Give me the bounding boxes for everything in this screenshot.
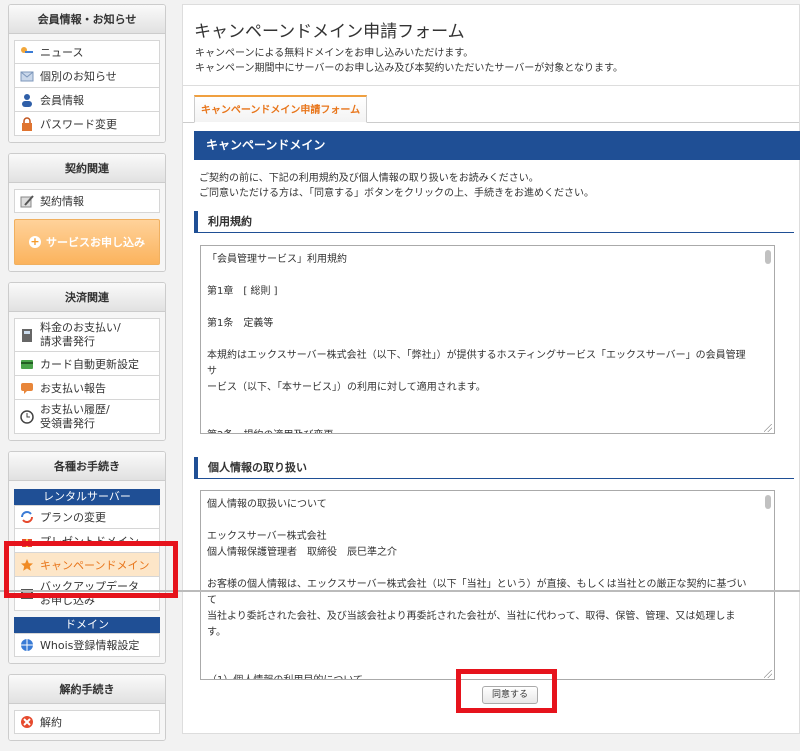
sidebar-item-payment-history[interactable]: お支払い履歴/受領書発行	[14, 400, 160, 434]
member-section: 会員情報・お知らせ ニュース 個別のお知らせ 会員情報 パスワード変更	[8, 4, 166, 143]
text-line: ービス（以下、「本サービス」）の利用に対して適用されます。	[207, 382, 486, 393]
key-news-icon	[20, 45, 34, 59]
text-line	[207, 396, 754, 412]
privacy-scrollbar[interactable]	[765, 495, 771, 509]
envelope-icon	[20, 69, 34, 83]
sidebar-item-news[interactable]: ニュース	[14, 40, 160, 64]
text-line: 「会員管理サービス」利用規約	[207, 254, 347, 265]
payment-section: 決済関連 料金のお支払い/請求書発行 カード自動更新設定 お支払い報告 お支払い…	[8, 282, 166, 441]
text-line	[207, 268, 754, 284]
member-section-title: 会員情報・お知らせ	[9, 5, 165, 34]
sidebar-item-member-info[interactable]: 会員情報	[14, 88, 160, 112]
text-line	[207, 561, 754, 577]
highlight-box-sidebar	[4, 541, 178, 598]
terms-scrollbar[interactable]	[765, 250, 771, 264]
cancel-section-title: 解約手続き	[9, 675, 165, 704]
document-pen-icon	[20, 194, 34, 208]
privacy-text: 個人情報の取扱いについて エックスサーバー株式会社個人情報保護管理者 取締役 辰…	[207, 497, 754, 679]
cancel-icon	[20, 715, 34, 729]
terms-text: 「会員管理サービス」利用規約 第1章 [ 総則 ] 第1条 定義等 本規約はエッ…	[207, 252, 754, 433]
sidebar-item-card-renewal[interactable]: カード自動更新設定	[14, 352, 160, 376]
chat-icon	[20, 381, 34, 395]
card-icon	[20, 357, 34, 371]
text-line	[207, 332, 754, 348]
contract-section-title: 契約関連	[9, 154, 165, 183]
rental-server-header: レンタルサーバー	[14, 489, 160, 505]
sidebar-item-notices[interactable]: 個別のお知らせ	[14, 64, 160, 88]
payment-section-title: 決済関連	[9, 283, 165, 312]
main-panel: キャンペーンドメイン申請フォーム キャンペーンによる無料ドメインをお申し込みいた…	[182, 4, 800, 734]
text-line	[207, 513, 754, 529]
page-description: キャンペーンによる無料ドメインをお申し込みいただけます。 キャンペーン期間中にサ…	[195, 48, 623, 74]
resize-handle-icon[interactable]	[764, 424, 772, 432]
contract-section: 契約関連 契約情報 + サービスお申し込み	[8, 153, 166, 272]
text-line: お客様の個人情報は、エックスサーバー株式会社（以下「当社」という）が直接、もしく…	[207, 579, 747, 606]
sidebar-item-payment[interactable]: 料金のお支払い/請求書発行	[14, 318, 160, 352]
text-line: 第1条 定義等	[207, 318, 274, 329]
text-line: 第1章 [ 総則 ]	[207, 286, 278, 297]
resize-handle-icon[interactable]	[764, 670, 772, 678]
refresh-icon	[20, 510, 34, 524]
text-line: 当社より委託された会社、及び当該会社より再委託された会社が、当社に代わって、取得…	[207, 611, 736, 638]
sidebar-item-whois[interactable]: Whois登録情報設定	[14, 633, 160, 657]
section-banner: キャンペーンドメイン	[194, 131, 800, 160]
text-line: エックスサーバー株式会社	[207, 531, 327, 542]
sidebar-item-plan-change[interactable]: プランの変更	[14, 505, 160, 529]
plus-icon: +	[29, 235, 41, 248]
text-line	[207, 412, 754, 428]
text-line: 個人情報の取扱いについて	[207, 499, 327, 510]
text-line: 第2条 規約の適用及び変更	[207, 428, 754, 433]
sidebar-item-password[interactable]: パスワード変更	[14, 112, 160, 136]
tab-campaign-form[interactable]: キャンペーンドメイン申請フォーム	[194, 95, 367, 123]
text-line	[207, 641, 754, 657]
sidebar-item-contract-info[interactable]: 契約情報	[14, 189, 160, 213]
lock-icon	[20, 116, 34, 131]
privacy-heading: 個人情報の取り扱い	[194, 457, 794, 479]
page-title: キャンペーンドメイン申請フォーム	[194, 22, 465, 42]
sidebar: 会員情報・お知らせ ニュース 個別のお知らせ 会員情報 パスワード変更 契約関連	[8, 4, 166, 751]
sidebar-item-cancel[interactable]: 解約	[14, 710, 160, 734]
privacy-textarea[interactable]: 個人情報の取扱いについて エックスサーバー株式会社個人情報保護管理者 取締役 辰…	[200, 490, 775, 680]
globe-icon	[20, 638, 34, 652]
service-apply-button[interactable]: + サービスお申し込み	[14, 219, 160, 265]
text-line: 個人情報保護管理者 取締役 辰巳準之介	[207, 547, 397, 558]
calculator-icon	[20, 328, 34, 342]
domain-header: ドメイン	[14, 617, 160, 633]
cancel-section: 解約手続き 解約	[8, 674, 166, 741]
intro-text: ご契約の前に、下記の利用規約及び個人情報の取り扱いをお読みください。 ご同意いた…	[199, 173, 594, 199]
text-line: 本規約はエックスサーバー株式会社（以下、「弊社」）が提供するホスティングサービス…	[207, 350, 746, 377]
terms-textarea[interactable]: 「会員管理サービス」利用規約 第1章 [ 総則 ] 第1条 定義等 本規約はエッ…	[200, 245, 775, 434]
text-line	[207, 300, 754, 316]
clock-icon	[20, 409, 34, 424]
sidebar-item-payment-report[interactable]: お支払い報告	[14, 376, 160, 400]
user-icon	[20, 93, 34, 107]
highlight-box-agree	[456, 669, 557, 713]
divider	[183, 85, 799, 86]
procedures-section-title: 各種お手続き	[9, 452, 165, 481]
terms-heading: 利用規約	[194, 211, 794, 233]
